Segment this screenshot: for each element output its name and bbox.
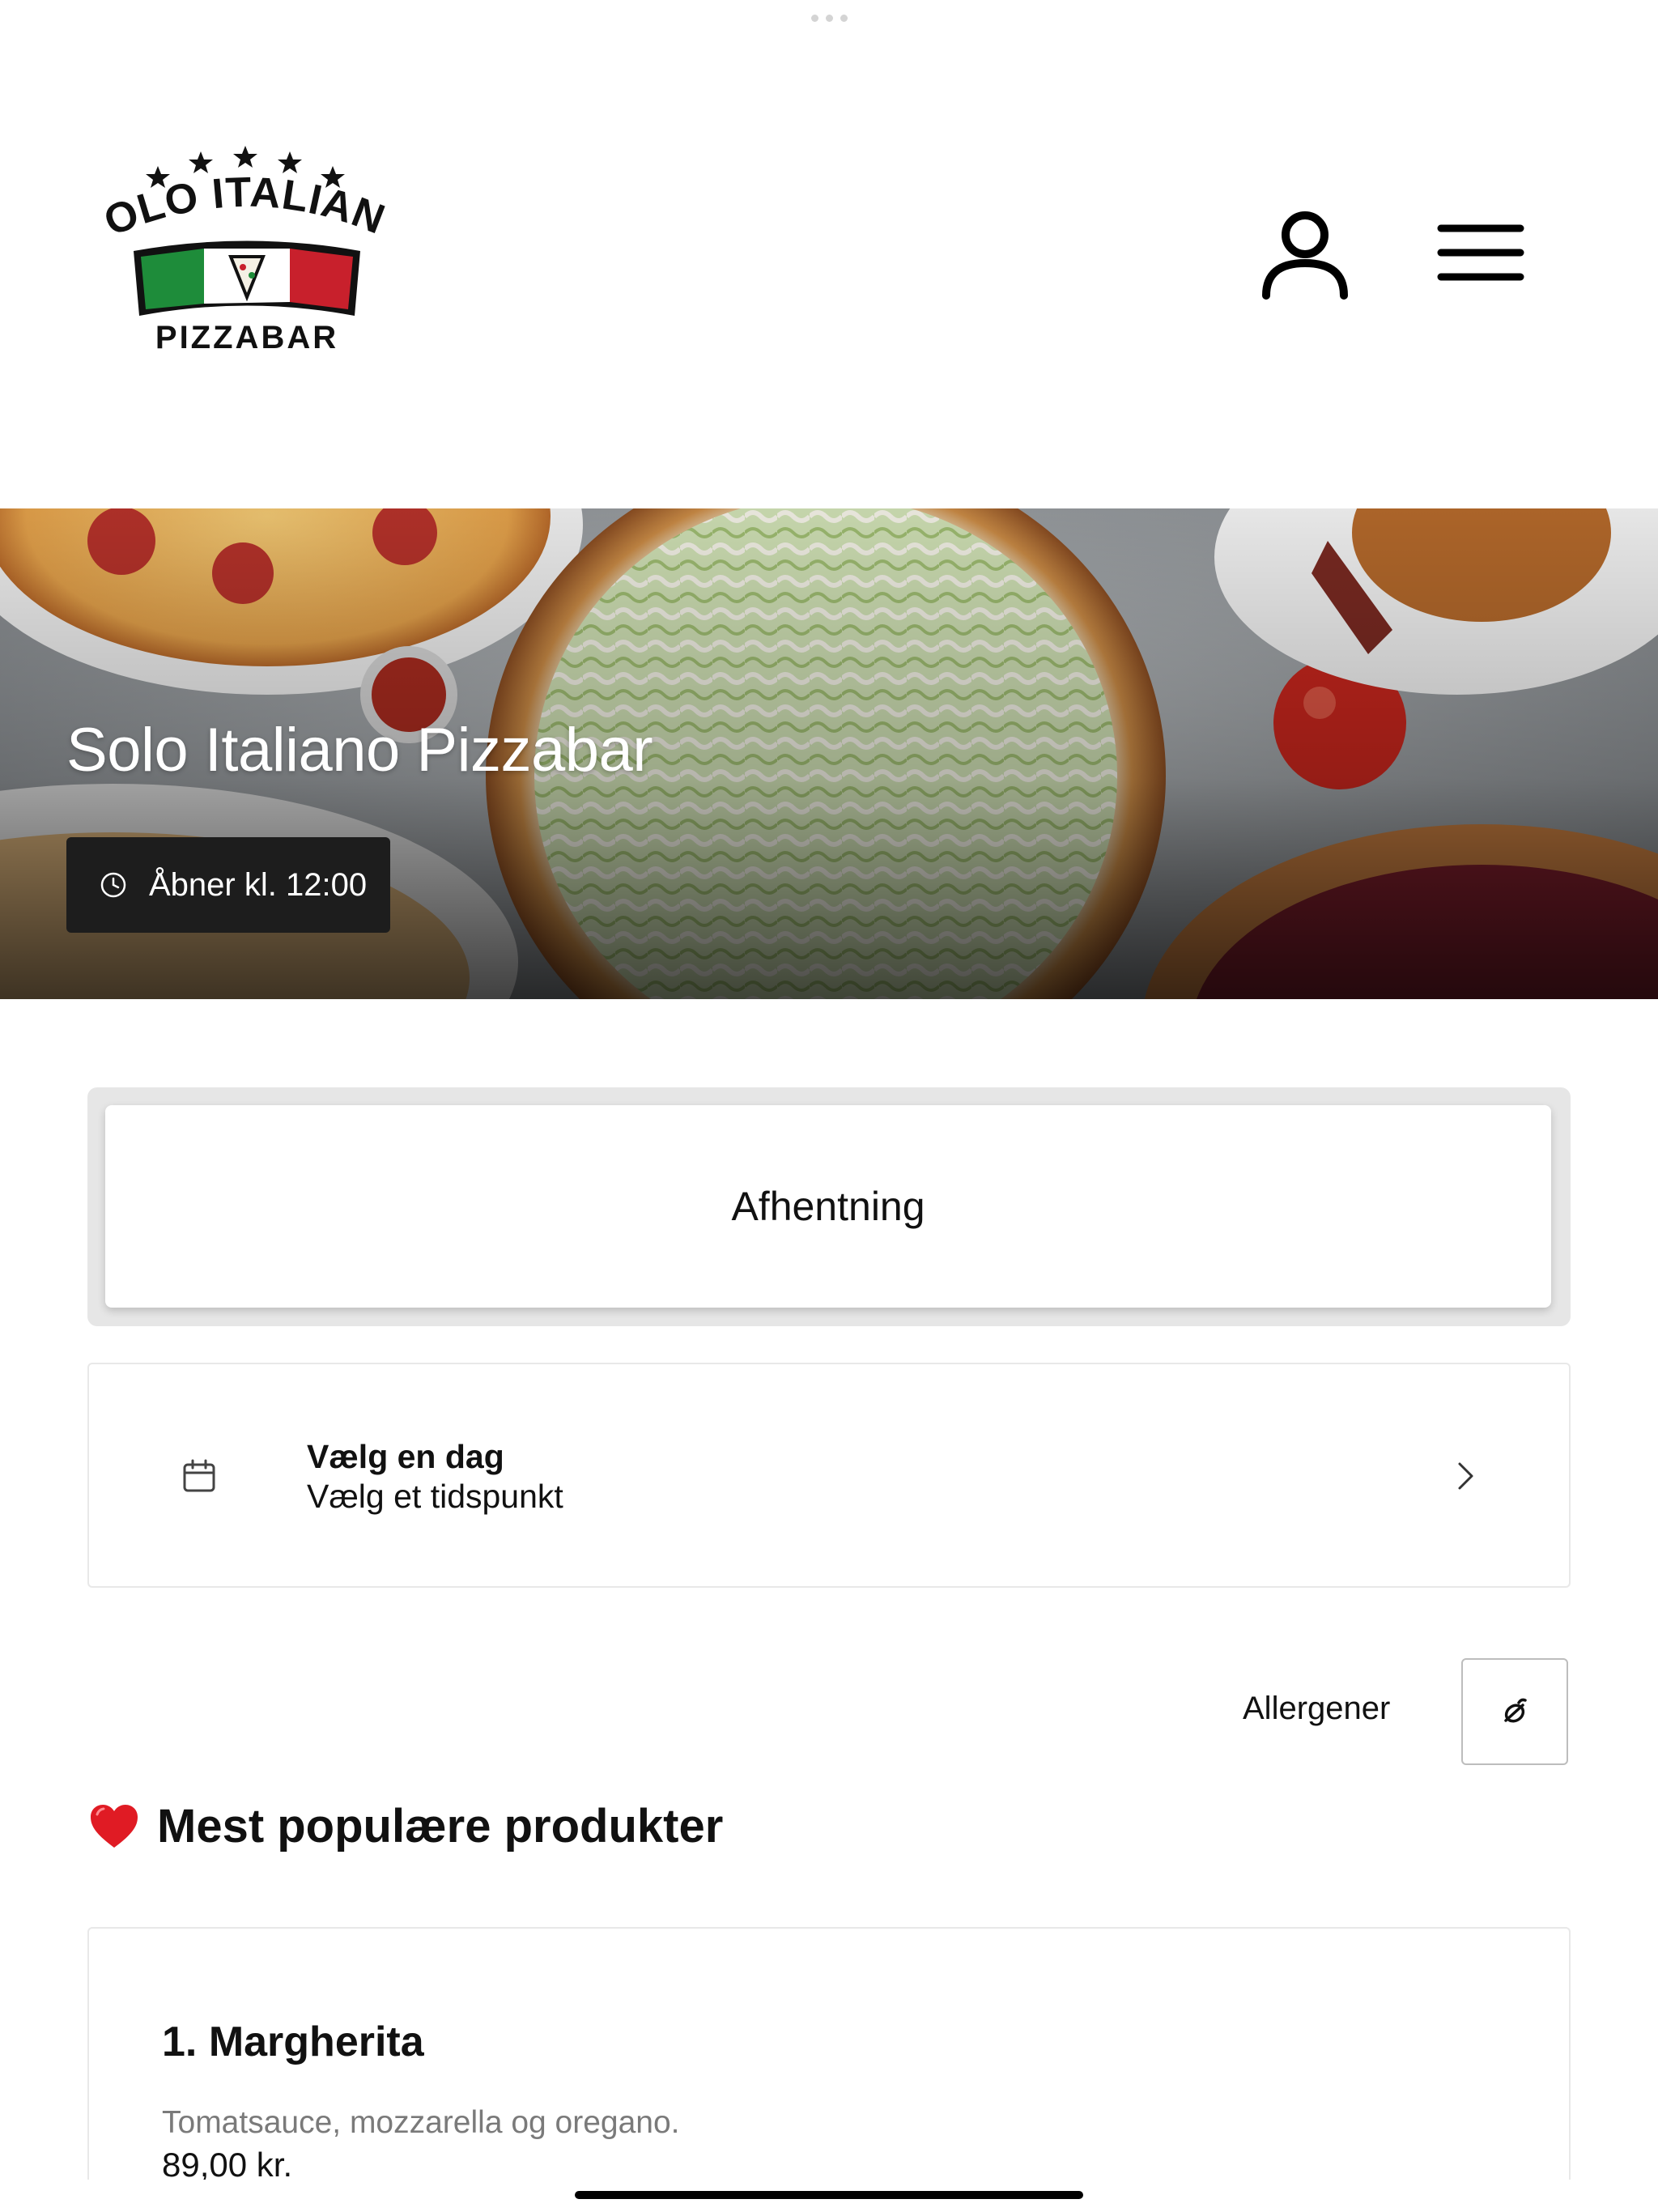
chevron-right-icon <box>1458 1462 1473 1490</box>
calendar-icon <box>183 1459 215 1492</box>
hero-banner: Solo Italiano Pizzabar Åbner kl. 12:00 <box>0 508 1658 999</box>
opening-status-badge: Åbner kl. 12:00 <box>66 837 390 933</box>
red-heart-icon <box>91 1804 138 1848</box>
svg-text:PIZZABAR: PIZZABAR <box>155 320 338 355</box>
allergen-filter-icon <box>1504 1698 1527 1723</box>
account-button[interactable] <box>1259 206 1352 304</box>
restaurant-title: Solo Italiano Pizzabar <box>66 716 653 785</box>
user-icon <box>1262 211 1348 300</box>
clock-icon <box>100 872 126 898</box>
day-label: Vælg en dag <box>307 1438 504 1475</box>
allergens-label[interactable]: Allergener <box>1243 1691 1390 1727</box>
header: SOLO ITALIANO PIZZABAR <box>0 0 1658 508</box>
popular-products-heading: Mest populære produkter <box>89 1799 723 1853</box>
product-price: 89,00 kr. <box>162 2146 293 2184</box>
product-name: 1. Margherita <box>162 2018 424 2065</box>
allergens-button[interactable] <box>1461 1658 1568 1765</box>
product-card[interactable]: 1. Margherita Tomatsauce, mozzarella og … <box>87 1927 1571 2212</box>
home-indicator[interactable] <box>575 2191 1083 2199</box>
opening-status-text: Åbner kl. 12:00 <box>149 866 368 903</box>
popular-products-heading-text: Mest populære produkter <box>157 1800 724 1853</box>
pickup-time-picker[interactable]: Vælg en dag Vælg et tidspunkt <box>87 1363 1571 1588</box>
product-description: Tomatsauce, mozzarella og oregano. <box>162 2105 680 2140</box>
pickup-option-label: Afhentning <box>731 1184 925 1229</box>
time-label: Vælg et tidspunkt <box>307 1478 563 1515</box>
logo[interactable]: SOLO ITALIANO PIZZABAR <box>80 104 397 360</box>
page: SOLO ITALIANO PIZZABAR <box>0 0 1658 2212</box>
pickup-option-button[interactable]: Afhentning <box>105 1105 1551 1308</box>
menu-button[interactable] <box>1437 219 1526 287</box>
hamburger-menu-icon <box>1437 224 1524 281</box>
order-mode-selector: Afhentning <box>87 1087 1571 1326</box>
